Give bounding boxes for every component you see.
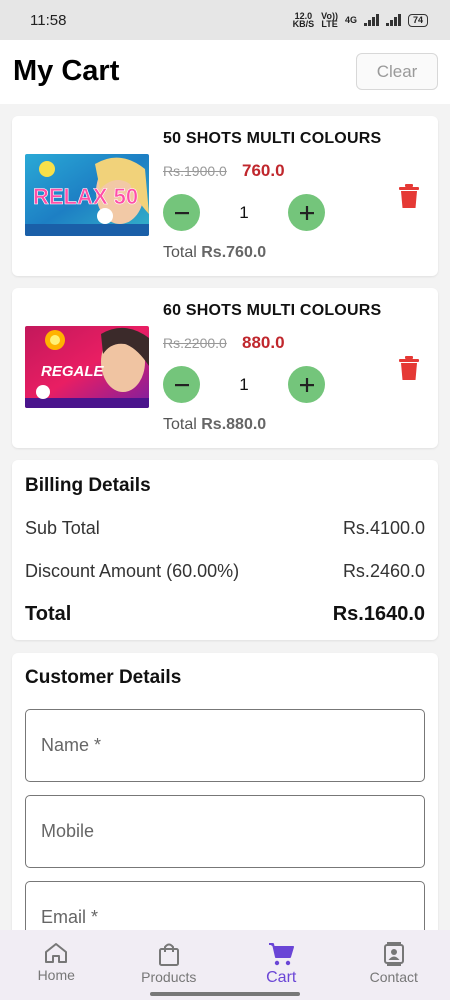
increase-quantity-button[interactable] bbox=[288, 366, 325, 403]
status-bar: 11:58 12.0 KB/S Vo)) LTE 4G 74 bbox=[0, 0, 450, 40]
item-total-value: Rs.880.0 bbox=[201, 416, 267, 433]
plus-icon bbox=[299, 377, 314, 392]
product-image: REGALE bbox=[25, 326, 149, 408]
cart-item: REGALE 60 SHOTS MULTI COLOURS Rs.2200.0 … bbox=[12, 288, 438, 448]
decrease-quantity-button[interactable] bbox=[163, 366, 200, 403]
cart-icon bbox=[269, 943, 295, 966]
nav-home[interactable]: Home bbox=[0, 930, 113, 1000]
bottom-navigation: Home Products Cart Contact bbox=[0, 930, 450, 1000]
customer-title: Customer Details bbox=[25, 667, 182, 688]
discount-value: Rs.2460.0 bbox=[342, 561, 425, 581]
item-total: Total Rs.880.0 bbox=[163, 416, 267, 433]
battery-icon: 74 bbox=[407, 13, 428, 27]
discount-row: Discount Amount (60.00%) Rs.2460.0 bbox=[25, 561, 425, 581]
product-image: RELAX 50 bbox=[25, 154, 149, 236]
network-type: 4G bbox=[344, 15, 357, 25]
product-logo-text: REGALE bbox=[41, 363, 105, 380]
plus-icon bbox=[299, 205, 314, 220]
delete-item-button[interactable] bbox=[399, 356, 419, 380]
contact-icon bbox=[383, 942, 404, 966]
cart-screen: My Cart Clear RELAX 50 50 SHOTS MULTI CO… bbox=[0, 40, 450, 930]
page-title: My Cart bbox=[13, 55, 120, 87]
trash-icon bbox=[399, 184, 419, 208]
original-price: Rs.1900.0 bbox=[163, 163, 227, 179]
minus-icon bbox=[174, 211, 189, 214]
item-total-value: Rs.760.0 bbox=[201, 244, 267, 261]
cart-item: RELAX 50 50 SHOTS MULTI COLOURS Rs.1900.… bbox=[12, 116, 438, 276]
customer-details-panel: Customer Details Name * Mobile Email * bbox=[12, 653, 438, 930]
mobile-field[interactable]: Mobile bbox=[25, 795, 425, 868]
discounted-price: 880.0 bbox=[242, 333, 285, 352]
billing-details-panel: Billing Details Sub Total Rs.4100.0 Disc… bbox=[12, 460, 438, 640]
clear-button[interactable]: Clear bbox=[356, 53, 438, 90]
quantity-value: 1 bbox=[239, 375, 249, 394]
nav-contact[interactable]: Contact bbox=[338, 930, 450, 1000]
product-name: 60 SHOTS MULTI COLOURS bbox=[163, 302, 382, 319]
trash-icon bbox=[399, 356, 419, 380]
delete-item-button[interactable] bbox=[399, 184, 419, 208]
status-time: 11:58 bbox=[30, 11, 67, 29]
discounted-price: 760.0 bbox=[242, 161, 285, 180]
shopping-bag-icon bbox=[158, 943, 179, 966]
email-field[interactable]: Email * bbox=[25, 881, 425, 930]
subtotal-value: Rs.4100.0 bbox=[342, 518, 425, 538]
grand-total-row: Total Rs.1640.0 bbox=[25, 603, 425, 625]
billing-title: Billing Details bbox=[25, 475, 151, 496]
decrease-quantity-button[interactable] bbox=[163, 194, 200, 231]
subtotal-row: Sub Total Rs.4100.0 bbox=[25, 518, 425, 538]
net-speed: 12.0 KB/S bbox=[292, 11, 315, 29]
increase-quantity-button[interactable] bbox=[288, 194, 325, 231]
item-total: Total Rs.760.0 bbox=[163, 244, 267, 261]
product-logo-text: RELAX 50 bbox=[33, 184, 138, 209]
nav-cart[interactable]: Cart bbox=[225, 930, 338, 1000]
status-icons: 12.0 KB/S Vo)) LTE 4G 74 bbox=[292, 11, 428, 29]
header: My Cart Clear bbox=[0, 40, 450, 104]
signal-icon bbox=[363, 14, 379, 26]
signal-icon-2 bbox=[385, 14, 401, 26]
grand-total-value: Rs.1640.0 bbox=[332, 603, 425, 625]
quantity-value: 1 bbox=[239, 203, 249, 222]
product-name: 50 SHOTS MULTI COLOURS bbox=[163, 130, 382, 147]
nav-products[interactable]: Products bbox=[113, 930, 226, 1000]
home-icon bbox=[45, 943, 68, 963]
home-indicator bbox=[150, 992, 300, 996]
original-price: Rs.2200.0 bbox=[163, 335, 227, 351]
name-field[interactable]: Name * bbox=[25, 709, 425, 782]
volte-icon: Vo)) LTE bbox=[321, 11, 338, 29]
minus-icon bbox=[174, 383, 189, 386]
